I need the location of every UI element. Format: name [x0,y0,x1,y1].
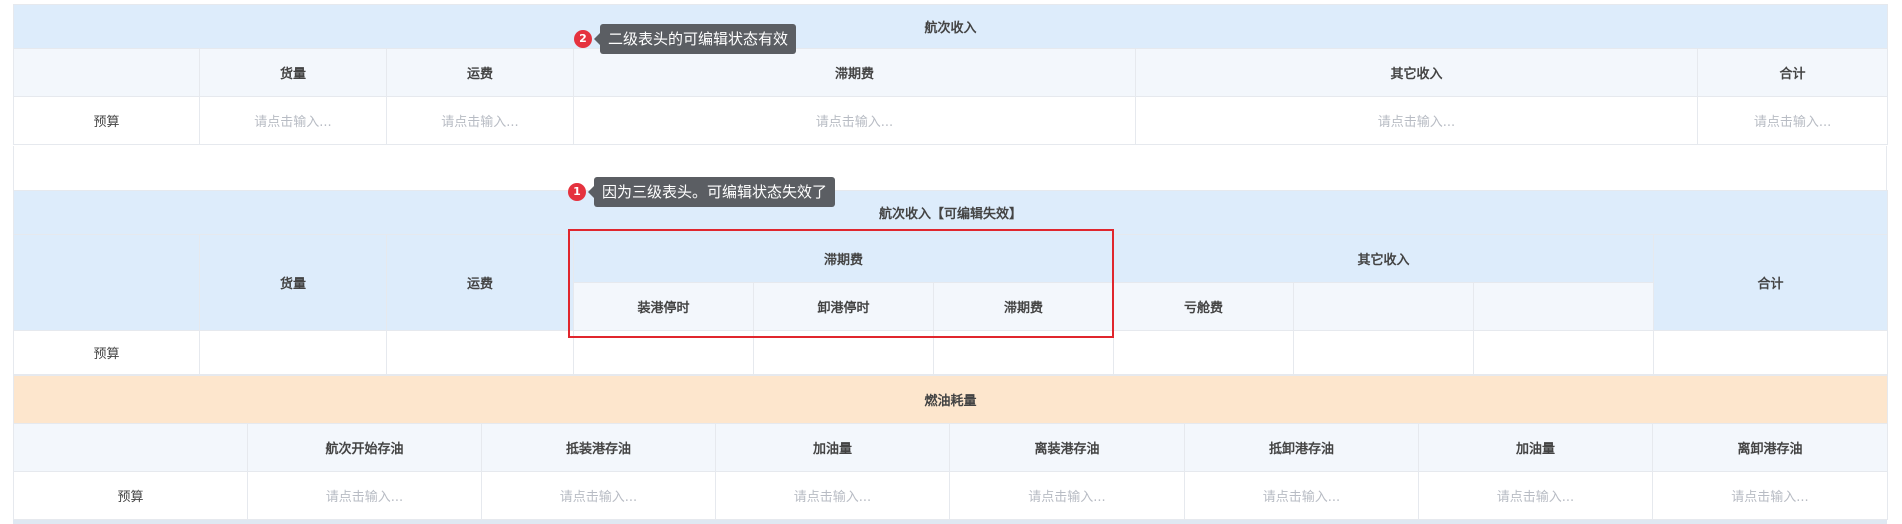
callout-text: 因为三级表头。可编辑状态失效了 [594,177,836,207]
header-bunkering-1: 加油量 [715,423,950,472]
subheader-discharge-port-stay: 卸港停时 [753,282,934,331]
cell-discharge-port-stay [753,330,934,375]
voyage-income-invalid-title: 航次收入【可编辑失效】 [12,190,1889,235]
header-goods: 货量 [199,234,387,331]
header-total: 合计 [1696,48,1889,97]
header-demurrage: 滞期费 [573,48,1136,97]
voyage-income-title: 航次收入 [12,4,1889,49]
input-cell-freight[interactable]: 请点击输入... [386,96,574,145]
cell-freight [386,330,574,375]
header-goods: 货量 [199,48,387,97]
callout-number-badge: 1 [568,183,586,201]
input-cell-bunkering-1[interactable]: 请点击输入... [715,471,950,520]
header-depart-discharge-fuel: 离卸港存油 [1651,423,1889,472]
header-empty [13,234,200,331]
subheader-loading-port-stay: 装港停时 [573,282,754,331]
header-depart-loading-fuel: 离装港存油 [949,423,1185,472]
cell-total [1652,330,1889,375]
cell-loading-port-stay [573,330,754,375]
cell-other-1 [1293,330,1474,375]
header-group-other-income: 其它收入 [1113,234,1654,283]
cell-other-2 [1473,330,1654,375]
header-arrive-discharge-fuel: 抵卸港存油 [1184,423,1419,472]
cell-goods [199,330,387,375]
callout-2: 2 二级表头的可编辑状态有效 [574,24,797,54]
bottom-strip [13,520,1887,524]
voyage-income-table: 航次收入 货量 运费 滞期费 其它收入 合计 预算 请点击输入... 请点击输入… [12,4,1889,145]
fuel-consumption-title: 燃油耗量 [12,375,1889,424]
input-cell-arrive-loading-fuel[interactable]: 请点击输入... [481,471,716,520]
input-cell-depart-discharge-fuel[interactable]: 请点击输入... [1651,471,1889,520]
callout-text: 二级表头的可编辑状态有效 [600,24,797,54]
row-label-budget: 预算 [13,330,200,375]
input-cell-bunkering-2[interactable]: 请点击输入... [1418,471,1653,520]
callout-number-badge: 2 [574,30,592,48]
header-empty [13,48,200,97]
header-freight: 运费 [386,234,574,331]
header-total: 合计 [1652,234,1889,331]
row-label-budget: 预算 [13,96,200,145]
input-cell-arrive-discharge-fuel[interactable]: 请点击输入... [1184,471,1419,520]
input-cell-voyage-start-fuel[interactable]: 请点击输入... [247,471,482,520]
fuel-consumption-table: 燃油耗量 航次开始存油 抵装港存油 加油量 离装港存油 抵卸港存油 加油量 离卸… [12,375,1889,520]
table-spacer [13,146,1887,190]
subheader-dead-freight: 亏舱费 [1113,282,1294,331]
header-voyage-start-fuel: 航次开始存油 [247,423,482,472]
subheader-empty [1293,282,1474,331]
header-empty [13,423,248,472]
page: 航次收入 货量 运费 滞期费 其它收入 合计 预算 请点击输入... 请点击输入… [12,0,1889,524]
input-cell-demurrage[interactable]: 请点击输入... [573,96,1136,145]
header-group-demurrage: 滞期费 [573,234,1114,283]
header-freight: 运费 [386,48,574,97]
header-other-income: 其它收入 [1135,48,1698,97]
subheader-demurrage: 滞期费 [933,282,1114,331]
header-arrive-loading-fuel: 抵装港存油 [481,423,716,472]
callout-1: 1 因为三级表头。可编辑状态失效了 [568,177,836,207]
input-cell-goods[interactable]: 请点击输入... [199,96,387,145]
row-label-budget: 预算 [13,471,248,520]
cell-dead-freight [1113,330,1294,375]
input-cell-other-income[interactable]: 请点击输入... [1135,96,1698,145]
input-cell-total[interactable]: 请点击输入... [1696,96,1889,145]
subheader-empty [1473,282,1654,331]
header-bunkering-2: 加油量 [1418,423,1653,472]
voyage-income-invalid-table: 航次收入【可编辑失效】 货量 运费 滞期费 其它收入 合计 装港停时 卸港停时 … [12,190,1889,375]
cell-demurrage [933,330,1114,375]
input-cell-depart-loading-fuel[interactable]: 请点击输入... [949,471,1185,520]
